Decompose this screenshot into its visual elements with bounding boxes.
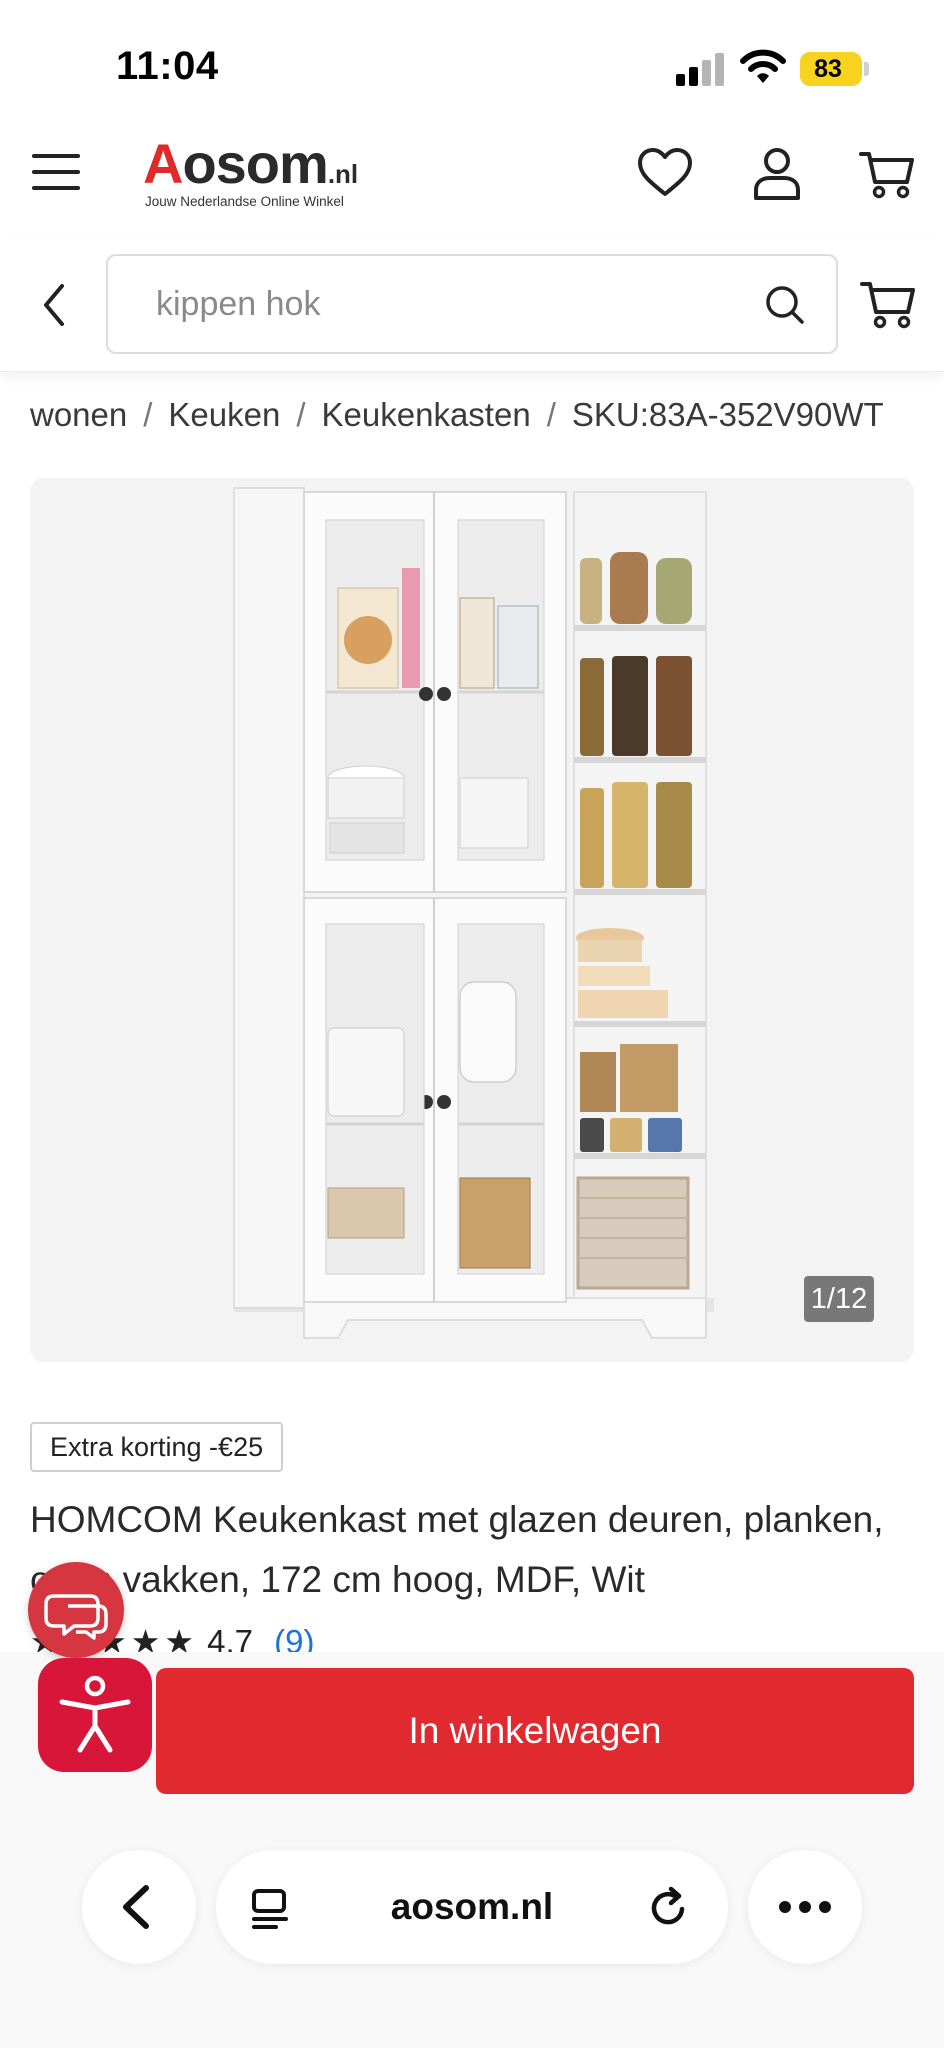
breadcrumb-separator: /: [143, 396, 153, 433]
breadcrumb-item-keuken[interactable]: Keuken: [168, 396, 280, 433]
browser-back-button[interactable]: [82, 1850, 196, 1964]
wifi-icon: [740, 49, 786, 83]
breadcrumb-item-wonen[interactable]: wonen: [30, 396, 127, 433]
aosom-logo[interactable]: Aosom.nl Jouw Nederlandse Online Winkel: [143, 134, 383, 214]
more-dots-icon: [779, 1901, 831, 1913]
back-chevron-icon: [123, 1885, 149, 1929]
product-title: HOMCOM Keukenkast met glazen deuren, pla…: [30, 1499, 884, 1600]
back-chevron-icon[interactable]: [38, 282, 72, 328]
accessibility-icon: [59, 1675, 131, 1753]
rating-value: 4.7: [207, 1623, 253, 1652]
product-image[interactable]: [30, 478, 914, 1362]
battery-icon: 83: [800, 52, 862, 86]
search-row: kippen hok: [0, 240, 944, 372]
breadcrumb-separator: /: [296, 396, 306, 433]
search-input[interactable]: kippen hok: [106, 254, 838, 354]
battery-level: 83: [814, 55, 842, 83]
status-bar: 11:04 83: [0, 0, 944, 120]
battery-cap: [864, 62, 869, 76]
menu-icon[interactable]: [32, 150, 80, 194]
search-input-value: kippen hok: [156, 285, 321, 323]
review-count-link[interactable]: (9): [274, 1623, 314, 1652]
cabinet-illustration: [233, 487, 714, 1339]
cellular-signal-icon: [676, 52, 724, 86]
search-icon[interactable]: [764, 284, 806, 326]
reload-icon[interactable]: [646, 1885, 692, 1931]
cart-icon[interactable]: [858, 274, 918, 332]
accessibility-button[interactable]: [38, 1658, 152, 1772]
chat-button[interactable]: [28, 1562, 124, 1658]
address-bar[interactable]: aosom.nl: [216, 1850, 728, 1964]
status-time: 11:04: [116, 44, 219, 88]
browser-more-button[interactable]: [748, 1850, 862, 1964]
user-icon[interactable]: [748, 144, 806, 202]
discount-badge: Extra korting -€25: [30, 1422, 284, 1472]
breadcrumb-item-keukenkasten[interactable]: Keukenkasten: [322, 396, 531, 433]
cart-icon[interactable]: [858, 144, 916, 202]
heart-icon[interactable]: [636, 144, 694, 202]
breadcrumb-separator: /: [546, 396, 556, 433]
breadcrumb: wonen / Keuken / Keukenkasten / SKU:83A-352V90…: [30, 390, 884, 440]
site-header: Aosom.nl Jouw Nederlandse Online Winkel: [0, 120, 944, 230]
logo-tagline: Jouw Nederlandse Online Winkel: [145, 194, 344, 209]
image-counter: 1/12: [804, 1276, 874, 1322]
chat-bubbles-icon: [44, 1594, 108, 1640]
breadcrumb-sku: SKU:83A-352V90WT: [571, 396, 884, 433]
add-to-cart-button[interactable]: In winkelwagen: [156, 1668, 914, 1794]
